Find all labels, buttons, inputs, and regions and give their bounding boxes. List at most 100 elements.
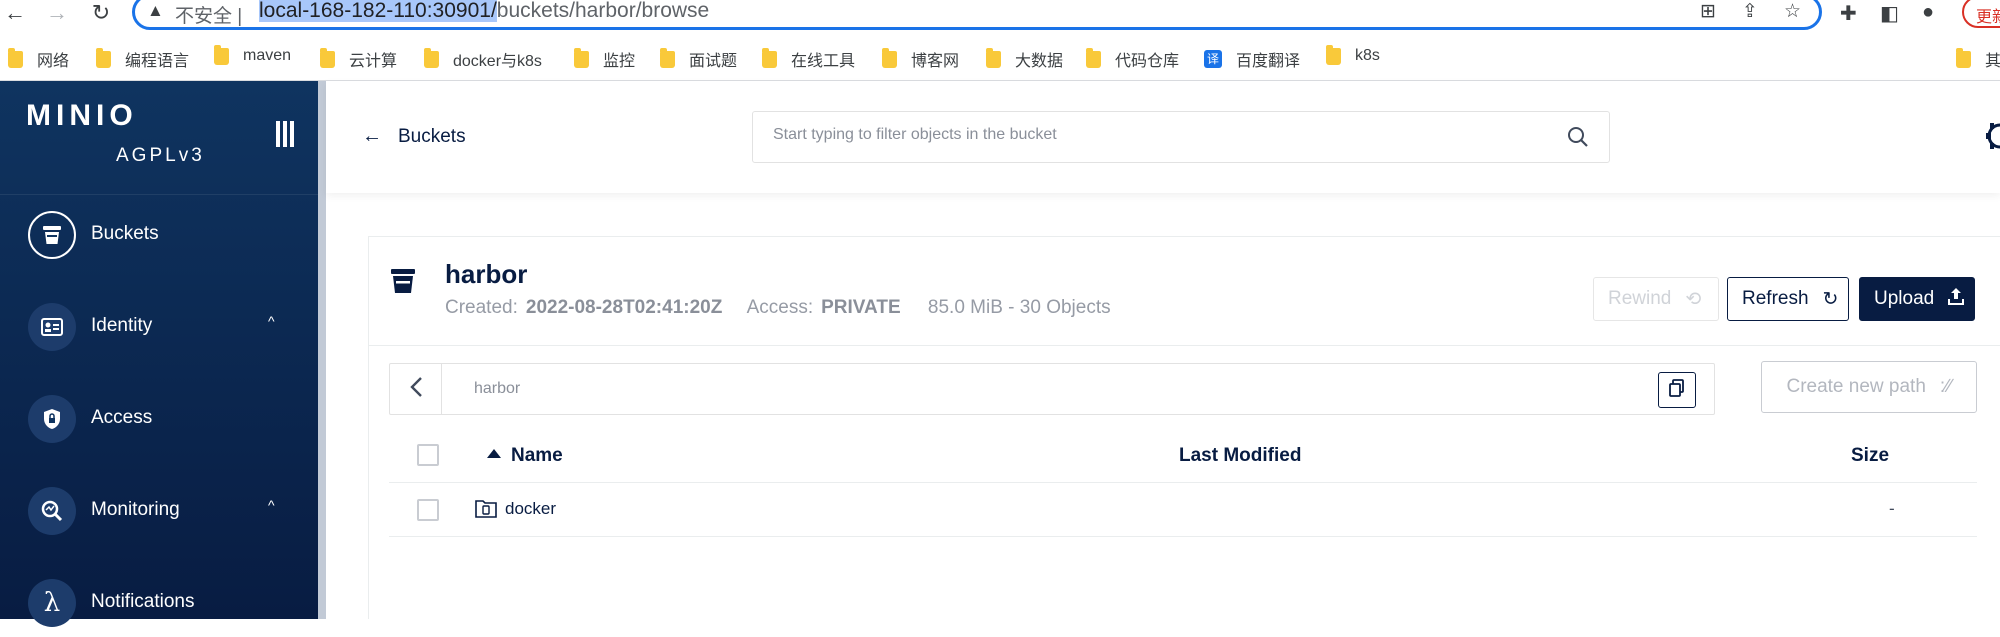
chevron-up-icon[interactable]: ^ [268, 313, 275, 329]
sidebar-item-label: Buckets [91, 223, 159, 244]
row-name[interactable]: docker [505, 499, 556, 519]
url-path: buckets/harbor/browse [496, 0, 710, 22]
sidebar-item-monitoring[interactable]: Monitoring ^ [0, 475, 318, 545]
upload-button-label: Upload [1874, 288, 1935, 309]
bookmark-item[interactable]: 代码仓库 [1086, 47, 1179, 71]
folder-icon [882, 47, 897, 68]
folder-icon [8, 47, 23, 68]
url-host: local-168-182-110:30901/ [259, 0, 497, 22]
address-bar[interactable]: ▲ 不安全 | local-168-182-110:30901/buckets/… [132, 0, 1822, 30]
folder-icon [574, 47, 589, 68]
minio-logo[interactable]: MINIO [26, 99, 138, 133]
breadcrumb-back-button[interactable] [390, 364, 442, 414]
sidebar-item-notifications[interactable]: λ Notifications [0, 567, 318, 637]
bookmark-item[interactable]: 在线工具 [762, 47, 855, 71]
license-label: AGPLv3 [116, 145, 205, 166]
folder-icon [320, 47, 335, 68]
reload-icon[interactable]: ↻ [88, 1, 114, 27]
profile-avatar-icon[interactable]: ● [1922, 1, 1934, 24]
collapse-menu-icon[interactable] [276, 121, 298, 147]
breadcrumb: harbor [389, 363, 1715, 415]
bookmark-item[interactable]: docker与k8s [424, 47, 542, 71]
access-label: Access: [746, 297, 814, 318]
folder-icon [1956, 47, 1971, 68]
bucket-icon [28, 211, 76, 259]
column-header-last-modified[interactable]: Last Modified [1179, 445, 1301, 467]
bucket-size-summary: 85.0 MiB - 30 Objects [927, 297, 1111, 318]
star-icon[interactable]: ☆ [1784, 0, 1801, 23]
warning-icon: ▲ [147, 1, 164, 20]
url-text[interactable]: local-168-182-110:30901/buckets/harbor/b… [259, 0, 709, 23]
browser-toolbar: ← → ↻ ▲ 不安全 | local-168-182-110:30901/bu… [0, 0, 2000, 30]
update-button[interactable]: 更新 [1962, 0, 2000, 28]
translate-icon: 译 [1204, 50, 1222, 68]
sidebar: MINIO AGPLv3 Buckets Identity ^ Access M… [0, 81, 318, 627]
select-all-checkbox[interactable] [417, 444, 439, 466]
created-value: 2022-08-28T02:41:20Z [525, 297, 723, 318]
sidebar-scrollbar[interactable] [318, 81, 326, 619]
row-checkbox[interactable] [417, 499, 439, 521]
upload-icon [1948, 287, 1965, 311]
bookmark-item[interactable]: maven [214, 44, 291, 65]
refresh-icon: ↻ [1822, 288, 1839, 310]
rewind-button[interactable]: Rewind ⟲ [1593, 277, 1719, 321]
bookmark-item[interactable]: 云计算 [320, 47, 397, 71]
bookmark-item[interactable]: 编程语言 [96, 47, 189, 71]
back-arrow-icon[interactable]: ← [2, 1, 28, 27]
copy-path-button[interactable] [1658, 372, 1696, 408]
folder-icon [986, 47, 1001, 68]
table-row[interactable]: docker - [389, 483, 1977, 537]
sidebar-item-label: Monitoring [91, 499, 180, 520]
create-path-label: Create new path [1786, 376, 1926, 397]
filter-objects-input[interactable] [773, 126, 1533, 144]
bookmark-item[interactable]: 译百度翻译 [1204, 47, 1300, 71]
bookmark-item[interactable]: 其 [1956, 47, 2000, 71]
arrow-left-icon: ← [362, 125, 382, 147]
sort-ascending-icon[interactable] [487, 449, 501, 458]
sidebar-item-identity[interactable]: Identity ^ [0, 291, 318, 361]
create-new-path-button[interactable]: Create new path :∕∕ [1761, 361, 1977, 413]
sidebar-item-label: Notifications [91, 591, 195, 612]
sidebar-item-label: Access [91, 407, 153, 428]
upload-button[interactable]: Upload [1859, 277, 1975, 321]
column-header-name[interactable]: Name [511, 445, 563, 467]
bookmark-item[interactable]: 网络 [8, 47, 69, 71]
side-panel-icon[interactable]: ◧ [1880, 1, 1899, 26]
filter-objects-field[interactable] [752, 111, 1610, 163]
folder-icon [424, 47, 439, 68]
chevron-up-icon[interactable]: ^ [268, 497, 275, 513]
refresh-button-label: Refresh [1742, 288, 1809, 309]
settings-gear-icon[interactable] [1986, 121, 2000, 156]
created-label: Created: [445, 297, 518, 318]
card-divider [369, 345, 2000, 346]
refresh-button[interactable]: Refresh ↻ [1727, 277, 1849, 321]
extensions-icon[interactable]: ✚ [1840, 1, 1857, 26]
folder-icon [96, 47, 111, 68]
sidebar-item-label: Identity [91, 315, 153, 336]
share-icon[interactable]: ⇪ [1742, 0, 1758, 23]
search-icon[interactable] [1567, 126, 1589, 153]
sidebar-item-buckets[interactable]: Buckets [0, 199, 318, 269]
lambda-icon: λ [28, 579, 76, 627]
sidebar-item-access[interactable]: Access [0, 383, 318, 453]
bookmark-item[interactable]: k8s [1326, 44, 1380, 65]
column-header-size[interactable]: Size [1851, 445, 1889, 467]
forward-arrow-icon[interactable]: → [44, 1, 70, 27]
back-link-label: Buckets [398, 125, 466, 147]
folder-icon [1326, 44, 1341, 65]
insecure-label: 不安全 | [175, 6, 243, 27]
identity-card-icon [28, 303, 76, 351]
bookmarks-bar: 网络 编程语言 maven 云计算 docker与k8s 监控 面试题 在线工具… [0, 39, 2000, 75]
copy-icon [1669, 378, 1685, 402]
table-header: Name Last Modified Size [389, 427, 1977, 483]
bookmark-item[interactable]: 博客网 [882, 47, 959, 71]
back-to-buckets-link[interactable]: ← Buckets [362, 125, 466, 148]
chevron-left-icon [409, 376, 423, 403]
sidebar-divider [0, 194, 318, 195]
bookmark-item[interactable]: 大数据 [986, 47, 1063, 71]
bookmark-item[interactable]: 面试题 [660, 47, 737, 71]
translate-page-icon[interactable]: ⊞ [1700, 0, 1716, 23]
breadcrumb-path[interactable]: harbor [474, 380, 520, 398]
folder-icon [214, 44, 229, 65]
bookmark-item[interactable]: 监控 [574, 47, 635, 71]
